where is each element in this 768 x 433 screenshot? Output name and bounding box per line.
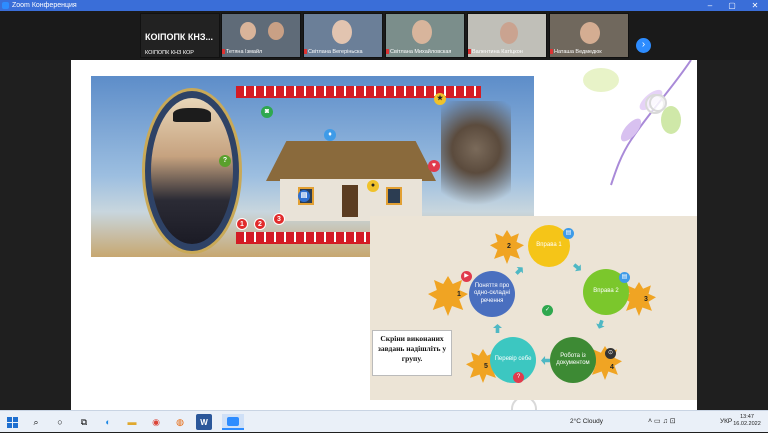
house-window xyxy=(386,187,402,205)
flow-arrow xyxy=(513,264,526,277)
house-roof xyxy=(266,141,436,181)
lesson-map-card: 2 1 3 4 5 Поняття про одно-складні речен… xyxy=(370,216,697,400)
youtube-icon[interactable]: ▶ xyxy=(461,271,472,282)
flow-arrow xyxy=(541,356,550,365)
check-icon: ✓ xyxy=(542,305,553,316)
cortana-icon[interactable]: ○ xyxy=(52,414,68,430)
task-view-icon[interactable]: ⧉ xyxy=(76,414,92,430)
step-number: 1 xyxy=(457,291,461,298)
zoom-taskbar-icon[interactable] xyxy=(222,414,244,430)
participant-name: Валентина Катіцкон xyxy=(472,49,523,55)
heart-icon[interactable]: ♥ xyxy=(428,160,440,172)
maximize-button[interactable]: ▢ xyxy=(722,0,742,11)
participant-name: Світлана Вегеріньска xyxy=(308,49,363,55)
bubble-decoration xyxy=(649,94,667,112)
word-icon[interactable]: W xyxy=(196,414,212,430)
house-photo xyxy=(266,131,436,226)
mic-muted-icon xyxy=(386,49,389,54)
participant-strip: КОІПОПК КНЗ... КОІПОПК КНЗ КОР Тетяна Із… xyxy=(0,11,768,60)
number-badge[interactable]: 3 xyxy=(273,213,285,225)
branch-decoration xyxy=(583,60,692,186)
participant-tile[interactable]: Валентина Катіцкон xyxy=(467,13,547,58)
windows-logo-icon xyxy=(6,416,18,428)
window-title: Zoom Конференция xyxy=(12,2,77,9)
mic-muted-icon xyxy=(222,49,225,54)
participant-tile[interactable]: Тетяна Ізмайл xyxy=(221,13,301,58)
clock[interactable]: 13:47 16.02.2022 xyxy=(732,414,762,428)
window-titlebar: Zoom Конференция – ▢ ✕ xyxy=(0,0,768,11)
clock-time: 13:47 xyxy=(740,414,754,420)
flow-arrow xyxy=(595,319,607,331)
participant-video xyxy=(332,20,352,44)
edge-icon[interactable]: ◐ xyxy=(100,414,116,430)
participant-name: Наташа Ведмедюк xyxy=(554,49,602,55)
help-icon[interactable]: ? xyxy=(219,155,231,167)
participant-video xyxy=(268,22,284,40)
close-button[interactable]: ✕ xyxy=(745,0,765,11)
mic-muted-icon xyxy=(468,49,471,54)
search-icon[interactable]: ⌕ xyxy=(28,414,44,430)
flow-arrow xyxy=(493,324,502,333)
participant-video xyxy=(500,22,518,44)
file-explorer-icon[interactable]: ▬ xyxy=(124,414,140,430)
mic-muted-icon xyxy=(304,49,307,54)
house-door xyxy=(342,185,358,217)
document-work-node[interactable]: Робота із документом xyxy=(550,337,596,383)
taskbar: ⌕ ○ ⧉ ◐ ▬ ◉ ◍ W 2°C Cloudy ˄ ▭ ♫ ⊡ УКР 1… xyxy=(0,410,768,432)
clock-date: 16.02.2022 xyxy=(733,421,761,427)
mic-muted-icon xyxy=(550,49,553,54)
participant-video xyxy=(580,22,600,44)
star-icon[interactable]: ★ xyxy=(434,93,446,105)
tree-graphic xyxy=(441,101,511,221)
twitter-icon[interactable]: ♦ xyxy=(324,129,336,141)
language-indicator[interactable]: УКР xyxy=(720,418,732,425)
zoom-app-icon xyxy=(2,2,9,9)
tray-icons[interactable]: ˄ ▭ ♫ ⊡ xyxy=(648,417,676,425)
document-icon[interactable]: ▤ xyxy=(619,272,630,283)
participant-tile-host[interactable]: КОІПОПК КНЗ... КОІПОПК КНЗ КОР xyxy=(140,13,220,58)
camera-icon[interactable]: ◙ xyxy=(261,106,273,118)
participant-video xyxy=(412,20,432,44)
number-badge[interactable]: 2 xyxy=(254,218,266,230)
number-badge[interactable]: 1 xyxy=(236,218,248,230)
shared-screen: ◙ ♦ ? ♥ ● ▤ ★ 1 2 3 2 1 3 4 5 Поняття пр… xyxy=(71,60,697,410)
next-participants-button[interactable]: › xyxy=(636,38,651,53)
participant-tile[interactable]: Світлана Михайловская xyxy=(385,13,465,58)
camera-icon[interactable]: ● xyxy=(367,180,379,192)
participant-name: Тетяна Ізмайл xyxy=(226,49,263,55)
step-number: 2 xyxy=(507,243,511,250)
participant-name: Світлана Михайловская xyxy=(390,49,452,55)
link-icon[interactable]: ⊙ xyxy=(605,348,616,359)
flow-arrow xyxy=(571,261,584,274)
windows-start-button[interactable] xyxy=(4,414,20,430)
host-label: КОІПОПК КНЗ... xyxy=(145,32,214,42)
portrait-hair xyxy=(173,108,211,122)
participant-tile[interactable]: Світлана Вегеріньска xyxy=(303,13,383,58)
help-icon[interactable]: ? xyxy=(513,372,524,383)
minimize-button[interactable]: – xyxy=(700,0,720,11)
participant-name: КОІПОПК КНЗ КОР xyxy=(145,50,194,56)
instruction-note: Скріни виконаних завдань надішліть у гру… xyxy=(372,330,452,376)
zoom-app-icon xyxy=(227,416,239,426)
participant-video xyxy=(240,22,256,40)
author-portrait xyxy=(151,98,233,244)
participant-tile[interactable]: Наташа Ведмедюк xyxy=(549,13,629,58)
weather-widget[interactable]: 2°C Cloudy xyxy=(570,418,603,425)
firefox-icon[interactable]: ◍ xyxy=(172,414,188,430)
concept-node[interactable]: Поняття про одно-складні речення xyxy=(469,271,515,317)
step-number: 3 xyxy=(644,296,648,303)
book-icon[interactable]: ▤ xyxy=(298,190,310,202)
document-icon[interactable]: ▤ xyxy=(563,228,574,239)
step-number: 4 xyxy=(610,364,614,371)
chrome-icon[interactable]: ◉ xyxy=(148,414,164,430)
chevron-right-icon: › xyxy=(641,39,646,50)
decorative-corner xyxy=(571,60,697,190)
